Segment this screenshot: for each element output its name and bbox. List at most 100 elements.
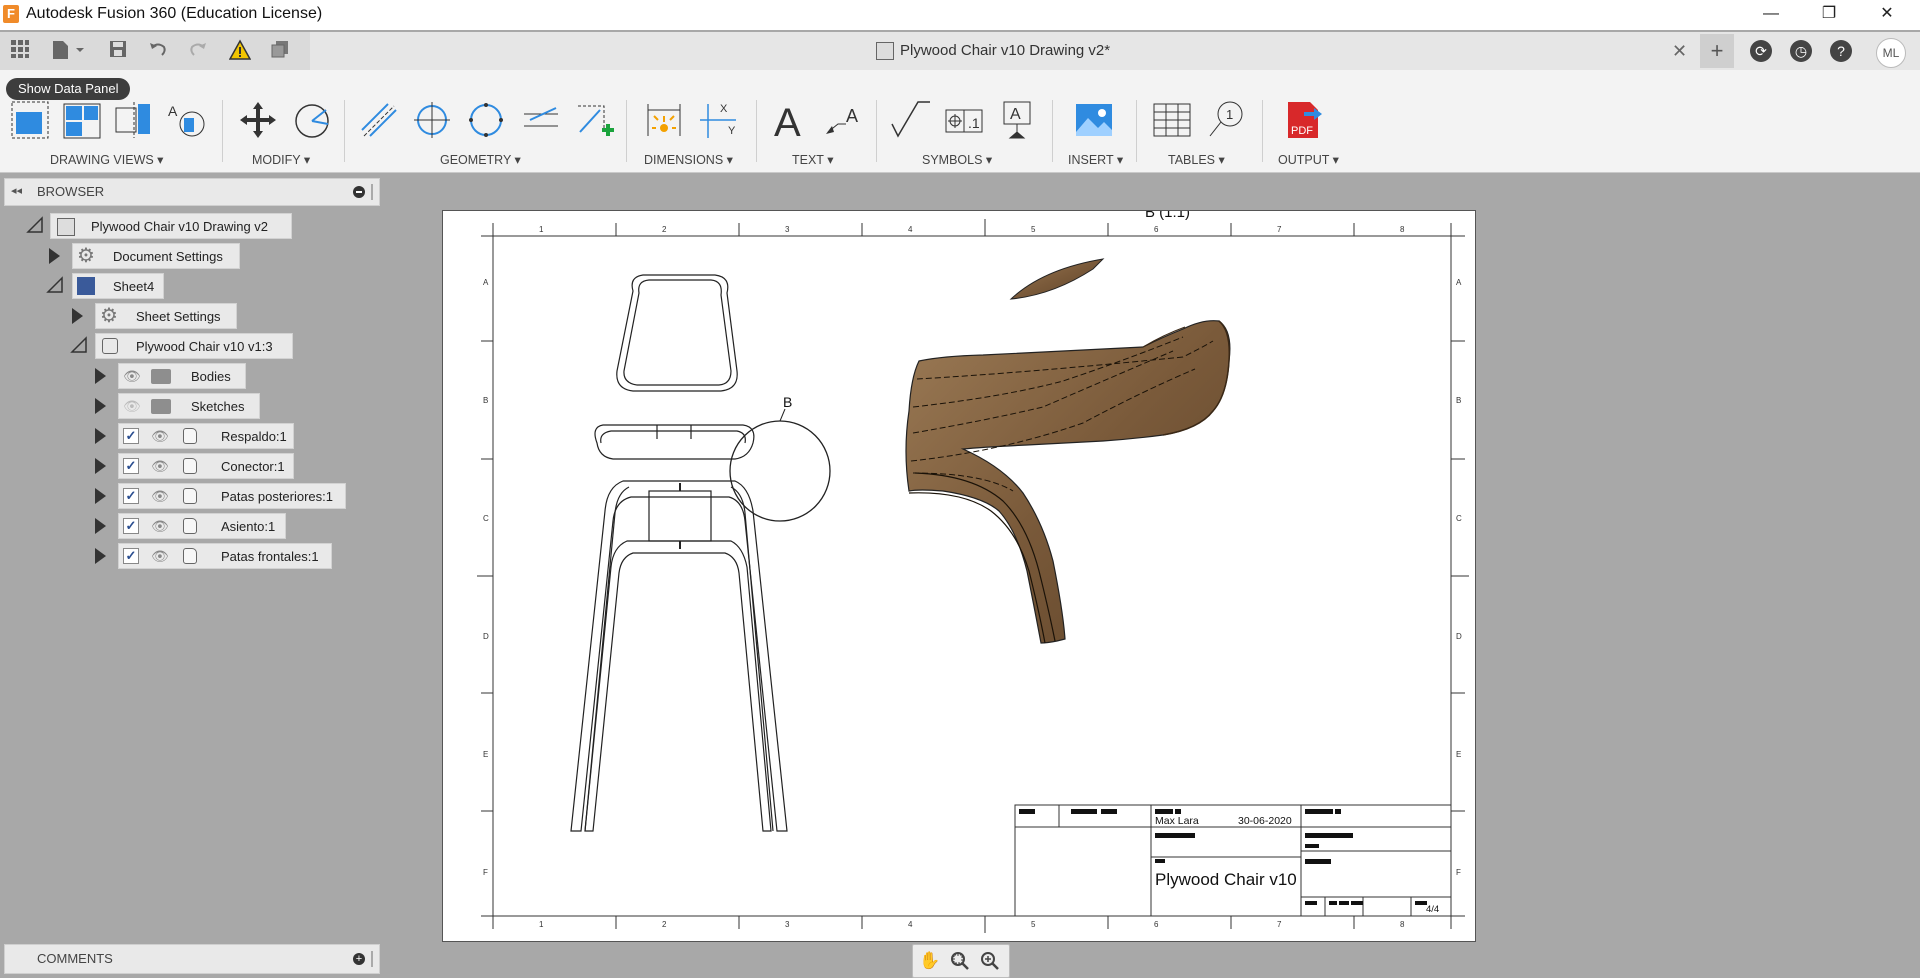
insert-group-label[interactable]: INSERT ▾ (1068, 152, 1123, 167)
zone-col-2-bottom: 2 (662, 920, 667, 929)
table-icon[interactable] (1152, 100, 1192, 140)
visibility-eye-icon[interactable]: 👁 (151, 489, 171, 503)
tree-node-patas-frontales[interactable]: ✓ 👁 Patas frontales:1 (118, 543, 332, 569)
add-comment-icon[interactable]: + (353, 953, 365, 965)
chair-front-view[interactable] (570, 274, 788, 832)
show-data-panel-tooltip[interactable]: Show Data Panel (6, 78, 131, 100)
center-mark-pattern-icon[interactable] (466, 100, 506, 140)
maximize-button[interactable]: ❐ (1800, 0, 1858, 30)
tree-expand-bodies[interactable] (95, 368, 106, 384)
drawing-views-group-label[interactable]: DRAWING VIEWS ▾ (50, 152, 163, 167)
checkbox-checked[interactable]: ✓ (123, 428, 139, 444)
tree-node-asiento[interactable]: ✓ 👁 Asiento:1 (118, 513, 286, 539)
close-tab-icon[interactable]: ✕ (1672, 41, 1687, 62)
browser-panel-header[interactable]: ◂◂ BROWSER (4, 178, 380, 206)
center-mark-icon[interactable] (412, 100, 452, 140)
tree-node-sheet-settings[interactable]: ⚙ Sheet Settings (95, 303, 237, 329)
insert-image-icon[interactable] (1074, 100, 1114, 140)
tree-node-root[interactable]: Plywood Chair v10 Drawing v2 (50, 213, 292, 239)
ordinate-dimension-icon[interactable]: XY (698, 100, 738, 140)
dimension-icon[interactable] (644, 100, 684, 140)
visibility-hidden-icon[interactable]: 👁 (123, 399, 143, 413)
leader-icon[interactable]: A (824, 100, 864, 140)
help-icon[interactable]: ? (1830, 40, 1852, 62)
section-view-icon[interactable] (114, 100, 154, 140)
checkbox-checked[interactable]: ✓ (123, 458, 139, 474)
visibility-eye-icon[interactable]: 👁 (123, 369, 143, 383)
visibility-eye-icon[interactable]: 👁 (151, 429, 171, 443)
tree-label-patas-frontales: Patas frontales:1 (221, 549, 319, 564)
minimize-button[interactable]: — (1742, 0, 1800, 30)
tree-node-bodies[interactable]: 👁 Bodies (118, 363, 246, 389)
projected-view-icon[interactable] (62, 100, 102, 140)
svg-text:A: A (1010, 106, 1021, 123)
visibility-eye-icon[interactable]: 👁 (151, 519, 171, 533)
feature-control-frame-icon[interactable]: .1 (944, 100, 984, 140)
balloon-icon[interactable]: 1 (1206, 100, 1246, 140)
tree-node-patas-posteriores[interactable]: ✓ 👁 Patas posteriores:1 (118, 483, 346, 509)
browser-minimize-icon[interactable] (353, 186, 365, 198)
rotate-icon[interactable] (292, 100, 332, 140)
pan-icon[interactable]: ✋ (919, 951, 941, 971)
comments-resize-handle[interactable] (371, 951, 373, 967)
tree-node-conector[interactable]: ✓ 👁 Conector:1 (118, 453, 294, 479)
browser-resize-handle[interactable] (371, 184, 373, 200)
visibility-eye-icon[interactable]: 👁 (151, 459, 171, 473)
visibility-eye-icon[interactable]: 👁 (151, 549, 171, 563)
new-tab-button[interactable]: + (1700, 34, 1734, 68)
tree-expand-sketches[interactable] (95, 398, 106, 414)
tree-expand-respaldo[interactable] (95, 428, 106, 444)
symbols-group-label[interactable]: SYMBOLS ▾ (922, 152, 992, 167)
tree-node-sheet[interactable]: Sheet4 (72, 273, 164, 299)
centerline-icon[interactable] (358, 100, 398, 140)
detail-view-b[interactable] (905, 258, 1231, 644)
tree-node-component[interactable]: Plywood Chair v10 v1:3 (95, 333, 293, 359)
sketch-geometry-icon[interactable] (574, 100, 614, 140)
tree-expand-sheet[interactable] (46, 276, 64, 297)
close-window-button[interactable]: ✕ (1858, 0, 1916, 30)
tree-node-document-settings[interactable]: ⚙ Document Settings (72, 243, 240, 269)
geometry-group-label[interactable]: GEOMETRY ▾ (440, 152, 521, 167)
collapse-browser-icon[interactable]: ◂◂ (11, 184, 22, 197)
checkbox-checked[interactable]: ✓ (123, 488, 139, 504)
checkbox-checked[interactable]: ✓ (123, 548, 139, 564)
detail-callout-circle[interactable] (729, 420, 831, 522)
base-view-icon[interactable] (10, 100, 50, 140)
tree-expand-patas-posteriores[interactable] (95, 488, 106, 504)
modify-group-label[interactable]: MODIFY ▾ (252, 152, 310, 167)
zoom-icon[interactable] (979, 951, 1001, 971)
checkbox-checked[interactable]: ✓ (123, 518, 139, 534)
extensions-icon[interactable]: ⟳ (1750, 40, 1772, 62)
text-group-label[interactable]: TEXT ▾ (792, 152, 833, 167)
tree-node-respaldo[interactable]: ✓ 👁 Respaldo:1 (118, 423, 294, 449)
pdf-output-icon[interactable]: PDF (1284, 100, 1324, 140)
move-icon[interactable] (238, 100, 278, 140)
tree-expand-asiento[interactable] (95, 518, 106, 534)
text-icon[interactable]: A (772, 100, 812, 145)
drawing-sheet[interactable]: 1 2 3 4 5 6 7 8 1 2 3 4 5 6 7 8 A B C D … (442, 210, 1476, 942)
tree-expand-document-settings[interactable] (49, 248, 60, 264)
output-group-label[interactable]: OUTPUT ▾ (1278, 152, 1339, 167)
dimensions-group-label[interactable]: DIMENSIONS ▾ (644, 152, 733, 167)
zoom-window-icon[interactable] (949, 951, 971, 971)
tree-expand-patas-frontales[interactable] (95, 548, 106, 564)
detail-view-label[interactable]: B (1:1) (1145, 211, 1190, 221)
tree-expand-component[interactable] (70, 336, 88, 357)
body-icon (183, 548, 197, 564)
document-tab[interactable]: Plywood Chair v10 Drawing v2* ✕ (0, 32, 1700, 70)
detail-view-icon[interactable]: A (166, 100, 206, 140)
comments-panel[interactable]: COMMENTS + (4, 944, 380, 974)
zone-row-f: F (483, 868, 488, 877)
tree-expand-sheet-settings[interactable] (72, 308, 83, 324)
tables-group-label[interactable]: TABLES ▾ (1168, 152, 1225, 167)
tree-node-sketches[interactable]: 👁 Sketches (118, 393, 260, 419)
datum-identifier-icon[interactable]: A (998, 100, 1038, 140)
job-history-icon[interactable]: ◷ (1790, 40, 1812, 62)
tree-expand-root[interactable] (26, 216, 44, 237)
edge-extension-icon[interactable] (520, 100, 560, 140)
zone-row-a: A (483, 278, 489, 287)
title-block-author: Max Lara (1155, 815, 1199, 827)
tree-expand-conector[interactable] (95, 458, 106, 474)
surface-texture-icon[interactable] (890, 100, 930, 140)
user-avatar[interactable]: ML (1876, 38, 1906, 68)
